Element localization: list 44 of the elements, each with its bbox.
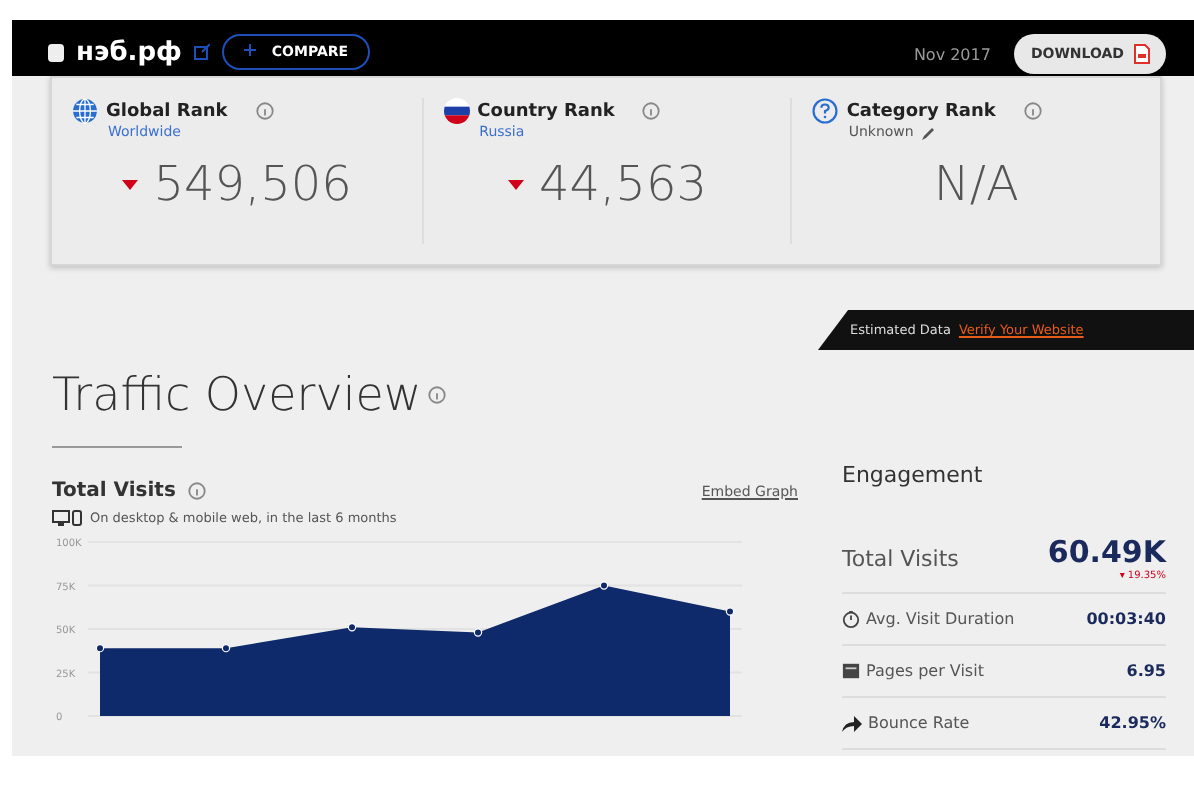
rank-title: Country Rank <box>477 101 615 121</box>
metric-value: 00:03:40 <box>1086 610 1166 628</box>
external-link-icon[interactable] <box>193 44 210 60</box>
rank-title: Global Rank <box>106 101 228 121</box>
info-icon[interactable] <box>255 102 274 120</box>
data-point <box>599 581 609 590</box>
info-icon[interactable] <box>1023 102 1042 120</box>
metric-label: Pages per Visit <box>866 662 984 680</box>
pages-icon <box>842 662 860 680</box>
section-title: Traffic Overview <box>52 370 422 422</box>
metric-label: Bounce Rate <box>868 714 970 732</box>
site-favicon-icon <box>48 43 64 61</box>
metric-label: Avg. Visit Duration <box>866 610 1015 628</box>
total-visits-label: Total Visits <box>842 545 959 571</box>
globe-icon <box>72 98 98 124</box>
data-point <box>473 628 483 637</box>
visits-title: Total Visits <box>52 480 176 502</box>
down-arrow-icon <box>121 179 138 189</box>
data-point <box>725 607 735 616</box>
rank-title: Category Rank <box>846 101 996 121</box>
arrow-icon <box>842 715 862 731</box>
info-icon[interactable] <box>187 482 206 500</box>
desktop-mobile-icon <box>52 510 84 526</box>
metric-value: 6.95 <box>1126 662 1166 680</box>
pdf-icon <box>1134 44 1150 64</box>
site-name: нэб.рф <box>76 37 182 67</box>
plus-icon <box>243 44 256 56</box>
data-point <box>347 623 357 632</box>
down-arrow-icon <box>507 179 523 189</box>
rank-value: 44,563 <box>539 156 707 212</box>
stopwatch-icon <box>842 610 860 628</box>
flag-icon <box>443 98 470 124</box>
metric-value: 42.95% <box>1099 714 1166 732</box>
date-label: Nov 2017 <box>913 45 991 63</box>
rank-value: 549,506 <box>153 156 352 212</box>
info-icon[interactable] <box>427 386 446 404</box>
question-icon <box>812 98 839 124</box>
data-point <box>95 643 105 653</box>
data-point <box>221 643 231 653</box>
info-icon[interactable] <box>642 102 661 120</box>
engagement-title: Engagement <box>842 462 985 488</box>
rank-value: N/A <box>933 156 1019 212</box>
total-visits-value: 60.49K <box>1047 534 1166 570</box>
pencil-icon[interactable] <box>921 125 936 139</box>
